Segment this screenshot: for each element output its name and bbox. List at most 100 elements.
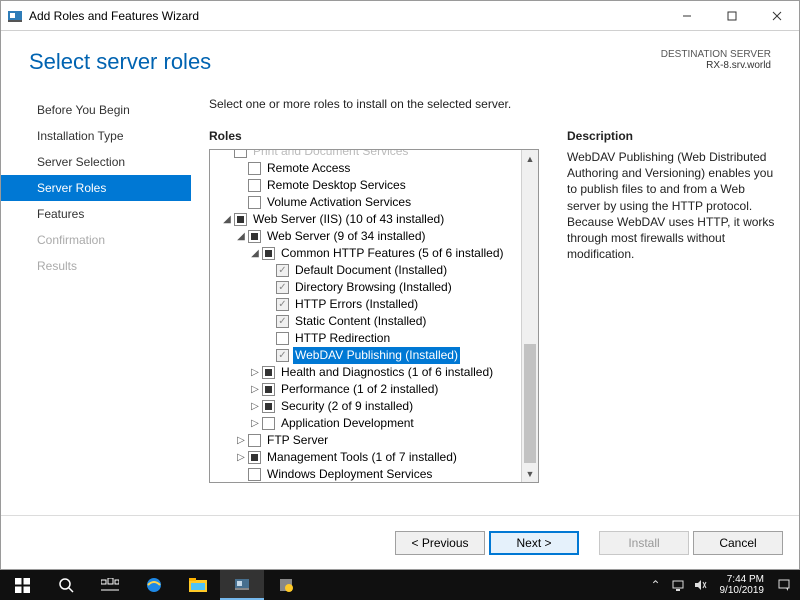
role-management-tools[interactable]: Management Tools (1 of 7 installed) [265, 449, 459, 466]
role-common-http[interactable]: Common HTTP Features (5 of 6 installed) [279, 245, 506, 262]
step-installation-type[interactable]: Installation Type [1, 123, 191, 149]
notifications-icon[interactable] [776, 578, 792, 592]
tree-row[interactable]: WebDAV Publishing (Installed) [210, 347, 538, 364]
checkbox-partial[interactable] [262, 247, 275, 260]
role-wds[interactable]: Windows Deployment Services [265, 466, 434, 483]
window-title: Add Roles and Features Wizard [29, 9, 199, 23]
role-ftp-server[interactable]: FTP Server [265, 432, 330, 449]
scroll-thumb[interactable] [524, 344, 536, 463]
scroll-up-icon[interactable]: ▲ [522, 150, 538, 167]
checkbox[interactable] [248, 179, 261, 192]
search-icon[interactable] [44, 570, 88, 600]
close-button[interactable] [754, 1, 799, 30]
clock[interactable]: 7:44 PM 9/10/2019 [714, 574, 771, 596]
expand-icon[interactable]: ▷ [234, 432, 248, 449]
server-manager-taskbar-icon[interactable] [220, 570, 264, 600]
checkbox-checked[interactable] [276, 298, 289, 311]
tree-row[interactable]: ▷ Health and Diagnostics (1 of 6 installe… [210, 364, 538, 381]
tree-row[interactable]: Static Content (Installed) [210, 313, 538, 330]
tree-row[interactable]: HTTP Errors (Installed) [210, 296, 538, 313]
checkbox[interactable] [248, 468, 261, 481]
checkbox[interactable] [248, 196, 261, 209]
checkbox-partial[interactable] [262, 383, 275, 396]
tray-chevron-icon[interactable]: ⌃ [648, 578, 664, 592]
role-web-server-iis[interactable]: Web Server (IIS) (10 of 43 installed) [251, 211, 446, 228]
previous-button[interactable]: < Previous [395, 531, 485, 555]
feature-webdav-publishing[interactable]: WebDAV Publishing (Installed) [293, 347, 460, 364]
step-server-roles[interactable]: Server Roles [1, 175, 191, 201]
checkbox[interactable] [276, 332, 289, 345]
collapse-icon[interactable]: ◢ [234, 228, 248, 245]
window-controls [664, 1, 799, 30]
checkbox-checked[interactable] [276, 349, 289, 362]
role-health-diagnostics[interactable]: Health and Diagnostics (1 of 6 installed… [279, 364, 495, 381]
tree-row[interactable]: Remote Access [210, 160, 538, 177]
feature-default-document[interactable]: Default Document (Installed) [293, 262, 449, 279]
tree-row[interactable]: Windows Deployment Services [210, 466, 538, 483]
tree-row[interactable]: ◢ Common HTTP Features (5 of 6 installed) [210, 245, 538, 262]
tree-row[interactable]: ▷ Security (2 of 9 installed) [210, 398, 538, 415]
tree-row[interactable]: Directory Browsing (Installed) [210, 279, 538, 296]
roles-tree[interactable]: Print and Document Services Remote Acces… [209, 149, 539, 483]
scrollbar[interactable]: ▲ ▼ [521, 150, 538, 482]
tree-row[interactable]: ▷ FTP Server [210, 432, 538, 449]
checkbox-partial[interactable] [248, 230, 261, 243]
feature-directory-browsing[interactable]: Directory Browsing (Installed) [293, 279, 454, 296]
tree-row[interactable]: Volume Activation Services [210, 194, 538, 211]
volume-icon[interactable] [692, 578, 708, 592]
scroll-down-icon[interactable]: ▼ [522, 465, 538, 482]
ie-icon[interactable] [132, 570, 176, 600]
role-app-development[interactable]: Application Development [279, 415, 416, 432]
role-volume-activation[interactable]: Volume Activation Services [265, 194, 413, 211]
expand-icon[interactable]: ▷ [248, 381, 262, 398]
tree-row[interactable]: ▷ Management Tools (1 of 7 installed) [210, 449, 538, 466]
tree-row[interactable]: Remote Desktop Services [210, 177, 538, 194]
cancel-button[interactable]: Cancel [693, 531, 783, 555]
system-tray[interactable]: ⌃ 7:44 PM 9/10/2019 [648, 574, 800, 596]
checkbox-checked[interactable] [276, 281, 289, 294]
step-features[interactable]: Features [1, 201, 191, 227]
tree-row[interactable]: ▷ Application Development [210, 415, 538, 432]
expand-icon[interactable]: ▷ [248, 364, 262, 381]
checkbox-partial[interactable] [262, 400, 275, 413]
expand-icon[interactable]: ▷ [248, 415, 262, 432]
tree-row[interactable]: HTTP Redirection [210, 330, 538, 347]
checkbox[interactable] [248, 162, 261, 175]
task-view-icon[interactable] [88, 570, 132, 600]
next-button[interactable]: Next > [489, 531, 579, 555]
tree-row[interactable]: Default Document (Installed) [210, 262, 538, 279]
collapse-icon[interactable]: ◢ [220, 211, 234, 228]
feature-static-content[interactable]: Static Content (Installed) [293, 313, 428, 330]
checkbox-checked[interactable] [276, 264, 289, 277]
checkbox-partial[interactable] [248, 451, 261, 464]
role-performance[interactable]: Performance (1 of 2 installed) [279, 381, 440, 398]
role-web-server[interactable]: Web Server (9 of 34 installed) [265, 228, 428, 245]
file-explorer-icon[interactable] [176, 570, 220, 600]
role-remote-access[interactable]: Remote Access [265, 160, 352, 177]
checkbox-checked[interactable] [276, 315, 289, 328]
checkbox[interactable] [262, 417, 275, 430]
role-remote-desktop[interactable]: Remote Desktop Services [265, 177, 408, 194]
app-icon[interactable] [264, 570, 308, 600]
maximize-button[interactable] [709, 1, 754, 30]
feature-http-errors[interactable]: HTTP Errors (Installed) [293, 296, 420, 313]
tree-row[interactable]: ◢ Web Server (IIS) (10 of 43 installed) [210, 211, 538, 228]
expand-icon[interactable]: ▷ [234, 449, 248, 466]
start-button[interactable] [0, 570, 44, 600]
collapse-icon[interactable]: ◢ [248, 245, 262, 262]
step-server-selection[interactable]: Server Selection [1, 149, 191, 175]
feature-http-redirection[interactable]: HTTP Redirection [293, 330, 392, 347]
taskbar[interactable]: ⌃ 7:44 PM 9/10/2019 [0, 570, 800, 600]
role-security[interactable]: Security (2 of 9 installed) [279, 398, 415, 415]
tree-row[interactable]: ▷ Performance (1 of 2 installed) [210, 381, 538, 398]
step-before-you-begin[interactable]: Before You Begin [1, 97, 191, 123]
titlebar[interactable]: Add Roles and Features Wizard [1, 1, 799, 31]
scroll-track[interactable] [522, 167, 538, 465]
checkbox-partial[interactable] [234, 213, 247, 226]
minimize-button[interactable] [664, 1, 709, 30]
network-icon[interactable] [670, 578, 686, 592]
expand-icon[interactable]: ▷ [248, 398, 262, 415]
tree-row[interactable]: ◢ Web Server (9 of 34 installed) [210, 228, 538, 245]
checkbox-partial[interactable] [262, 366, 275, 379]
checkbox[interactable] [248, 434, 261, 447]
